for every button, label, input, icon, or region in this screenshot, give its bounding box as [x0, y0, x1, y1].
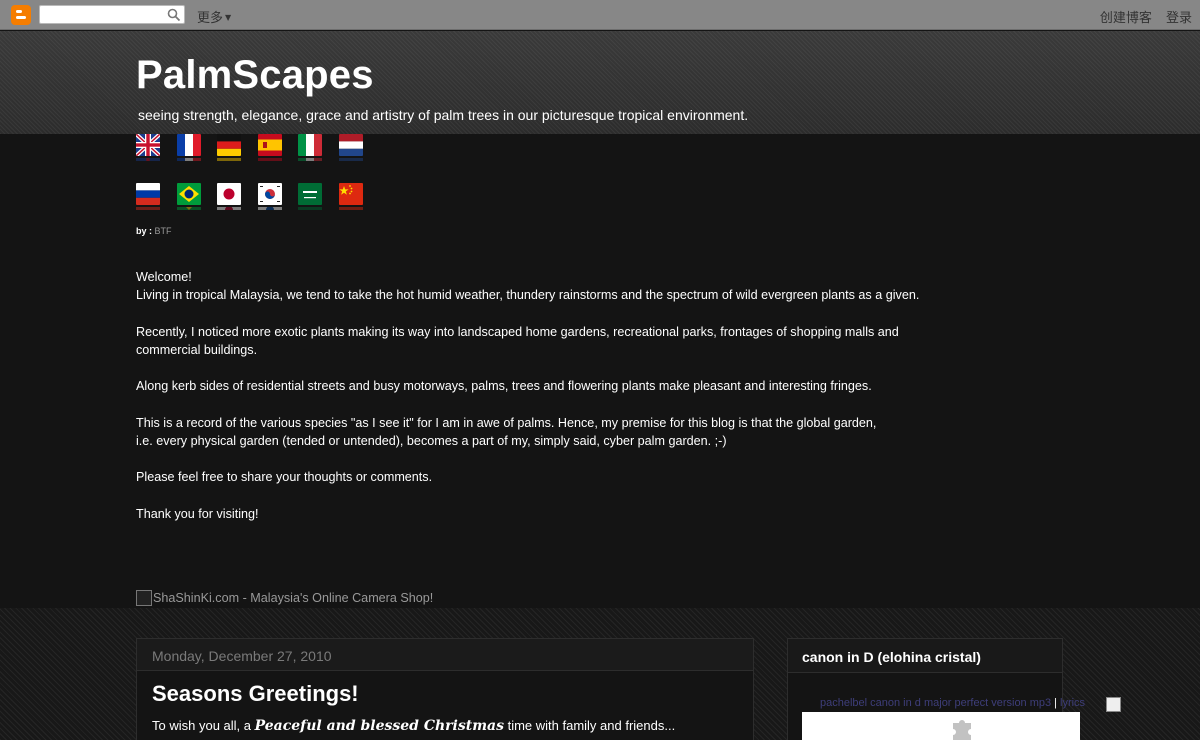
- blogger-logo-icon[interactable]: [11, 5, 31, 25]
- widget-links: pachelbel canon in d major perfect versi…: [820, 697, 1085, 709]
- intro-paragraph-6: Thank you for visiting!: [136, 506, 259, 521]
- blogger-navbar: 更多 ▼ 创建博客 登录: [0, 0, 1200, 30]
- post-body-suffix: time with family and friends...: [503, 718, 676, 733]
- france-flag-icon[interactable]: [176, 134, 201, 166]
- widget-title: canon in D (elohina cristal): [788, 639, 1062, 673]
- search-icon[interactable]: [167, 8, 181, 22]
- blog-post: Monday, December 27, 2010 Seasons Greeti…: [136, 638, 754, 740]
- japan-flag-icon[interactable]: [217, 183, 242, 215]
- blog-description: seeing strength, elegance, grace and art…: [138, 107, 749, 123]
- spain-flag-icon[interactable]: [257, 134, 282, 166]
- saudi-arabia-flag-icon[interactable]: [298, 183, 323, 215]
- post-body-prefix: To wish you all, a: [152, 718, 255, 733]
- broken-image-icon: [1106, 697, 1121, 712]
- broken-image-icon: [136, 590, 152, 606]
- music-player-plugin[interactable]: [802, 712, 1080, 740]
- lyrics-link[interactable]: lyrics: [1060, 697, 1085, 709]
- intro-paragraph-5: Please feel free to share your thoughts …: [136, 470, 433, 485]
- search-input[interactable]: [39, 5, 185, 24]
- more-menu-label: 更多: [197, 11, 224, 26]
- byline-prefix: by :: [136, 226, 153, 236]
- blog-header: PalmScapes seeing strength, elegance, gr…: [0, 31, 1200, 134]
- germany-flag-icon[interactable]: [217, 134, 242, 166]
- intro-paragraph-4b: i.e. every physical garden (tended or un…: [136, 433, 727, 448]
- byline-author-link[interactable]: BTF: [155, 226, 172, 236]
- netherlands-flag-icon[interactable]: [338, 134, 363, 166]
- intro-paragraph-2b: commercial buildings.: [136, 342, 258, 357]
- camera-shop-alt-text: ShaShinKi.com - Malaysia's Online Camera…: [153, 591, 434, 605]
- intro-paragraph-1: Living in tropical Malaysia, we tend to …: [136, 288, 920, 303]
- more-menu-button[interactable]: 更多 ▼: [197, 7, 231, 26]
- intro-paragraph-3: Along kerb sides of residential streets …: [136, 379, 872, 394]
- sidebar-music-widget: canon in D (elohina cristal) pachelbel c…: [787, 638, 1121, 740]
- canon-mp3-link[interactable]: pachelbel canon in d major perfect versi…: [820, 697, 1051, 709]
- byline: by : BTF: [136, 226, 172, 236]
- intro-welcome: Welcome!: [136, 270, 192, 284]
- intro-paragraph-2a: Recently, I noticed more exotic plants m…: [136, 324, 899, 339]
- intro-paragraph-4a: This is a record of the various species …: [136, 415, 877, 430]
- create-blog-link[interactable]: 创建博客: [1100, 11, 1152, 26]
- blog-intro: Welcome! Living in tropical Malaysia, we…: [136, 268, 956, 541]
- post-body-emphasis: Peaceful and blessed Christmas: [254, 718, 504, 734]
- puzzle-plugin-icon: [953, 720, 971, 740]
- blog-title[interactable]: PalmScapes: [136, 53, 374, 98]
- camera-shop-link[interactable]: ShaShinKi.com - Malaysia's Online Camera…: [136, 590, 433, 606]
- china-flag-icon[interactable]: [338, 183, 363, 215]
- link-separator: |: [1054, 697, 1057, 709]
- russia-flag-icon[interactable]: [136, 183, 160, 215]
- login-link[interactable]: 登录: [1166, 11, 1192, 26]
- navbar-right-links: 创建博客 登录: [1090, 7, 1192, 26]
- korea-flag-icon[interactable]: [257, 183, 282, 215]
- post-date: Monday, December 27, 2010: [137, 639, 753, 671]
- post-title[interactable]: Seasons Greetings!: [152, 681, 753, 707]
- post-body: To wish you all, a Peaceful and blessed …: [152, 718, 753, 734]
- caret-down-icon: ▼: [225, 13, 232, 22]
- uk-flag-icon[interactable]: [136, 134, 160, 166]
- translation-flags: [136, 134, 376, 232]
- italy-flag-icon[interactable]: [298, 134, 323, 166]
- brazil-flag-icon[interactable]: [176, 183, 201, 215]
